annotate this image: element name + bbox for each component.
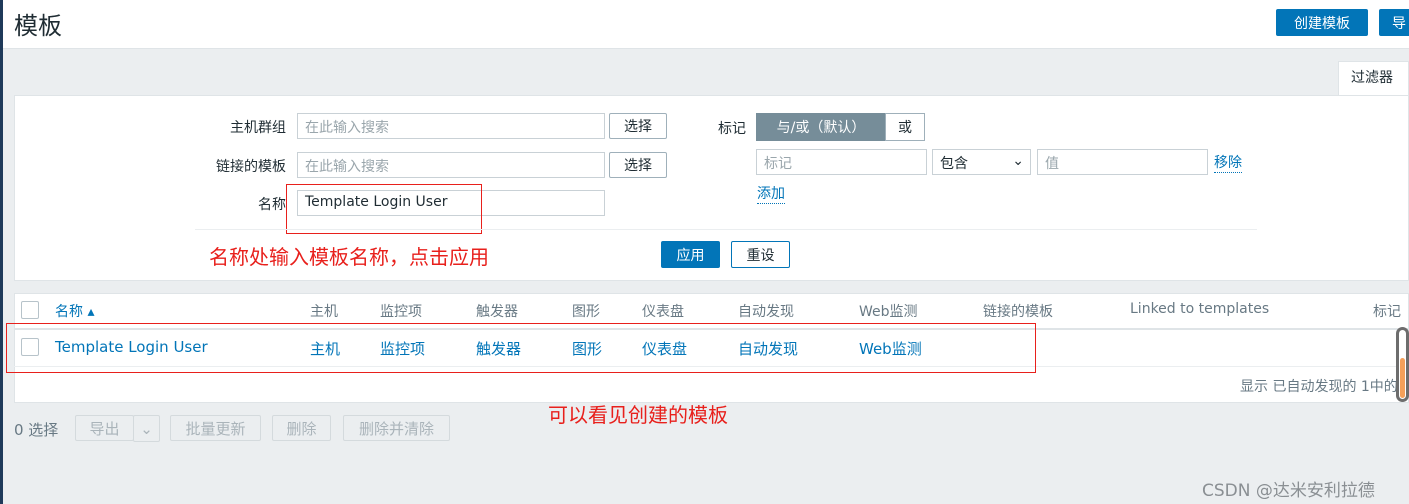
- linked-templates-input[interactable]: 在此输入搜索: [297, 152, 605, 178]
- name-hint-annotation: 名称处输入模板名称，点击应用: [209, 245, 489, 269]
- scrollbar-thumb[interactable]: [1400, 358, 1405, 398]
- reset-button[interactable]: 重设: [731, 241, 790, 268]
- linked-templates-label: 链接的模板: [216, 159, 286, 175]
- row-highlight-box: [6, 323, 1036, 373]
- watermark: CSDN @达米安利拉德: [1202, 481, 1375, 501]
- name-highlight-box: [286, 184, 482, 234]
- column-web: Web监测: [859, 304, 918, 320]
- delete-button[interactable]: 删除: [272, 415, 331, 441]
- delete-clear-button[interactable]: 删除并清除: [343, 415, 450, 441]
- host-group-select-button[interactable]: 选择: [609, 113, 667, 139]
- column-linked-templates: 链接的模板: [983, 304, 1053, 320]
- select-all-checkbox[interactable]: [21, 301, 39, 319]
- column-linked-to-templates: Linked to templates: [1130, 301, 1270, 317]
- column-dashboards: 仪表盘: [642, 304, 684, 320]
- column-tags: 标记: [1373, 304, 1401, 320]
- column-name[interactable]: 名称 ▴: [55, 301, 94, 321]
- operator-select[interactable]: 包含 ⌄: [932, 149, 1031, 175]
- apply-button[interactable]: 应用: [661, 241, 720, 268]
- column-triggers: 触发器: [476, 304, 518, 320]
- selected-count: 0 选择: [14, 421, 59, 439]
- page-title: 模板: [14, 12, 62, 40]
- host-group-label: 主机群组: [230, 120, 286, 136]
- or-toggle[interactable]: 或: [885, 113, 925, 141]
- column-discovery: 自动发现: [738, 304, 794, 320]
- and-or-toggle[interactable]: 与/或（默认）: [756, 113, 886, 141]
- column-graphs: 图形: [572, 304, 600, 320]
- page-header: [3, 0, 1409, 49]
- column-hosts: 主机: [310, 304, 338, 320]
- add-tag-link[interactable]: 添加: [757, 183, 785, 204]
- filter-tab[interactable]: 过滤器: [1338, 61, 1409, 96]
- create-template-button[interactable]: 创建模板: [1276, 9, 1368, 36]
- export-button[interactable]: 导出: [75, 415, 134, 441]
- tags-label: 标记: [718, 121, 746, 137]
- filter-divider: [195, 229, 1257, 230]
- value-input[interactable]: 值: [1037, 149, 1208, 175]
- scrollbar[interactable]: [1396, 327, 1409, 402]
- linked-templates-select-button[interactable]: 选择: [609, 152, 667, 178]
- table-footer: 显示 已自动发现的 1中的: [1240, 379, 1398, 395]
- column-items: 监控项: [380, 304, 422, 320]
- name-label: 名称: [258, 197, 286, 213]
- chevron-down-icon: ⌄: [1012, 153, 1024, 169]
- left-edge: [0, 0, 3, 504]
- tag-input[interactable]: 标记: [756, 149, 927, 175]
- operator-value: 包含: [940, 156, 968, 172]
- remove-tag-link[interactable]: 移除: [1214, 152, 1242, 173]
- host-group-input[interactable]: 在此输入搜索: [297, 113, 605, 139]
- export-dropdown-chevron-icon[interactable]: ⌄: [133, 415, 160, 442]
- import-button[interactable]: 导: [1379, 9, 1409, 36]
- result-hint-annotation: 可以看见创建的模板: [548, 403, 728, 427]
- mass-update-button[interactable]: 批量更新: [170, 415, 261, 441]
